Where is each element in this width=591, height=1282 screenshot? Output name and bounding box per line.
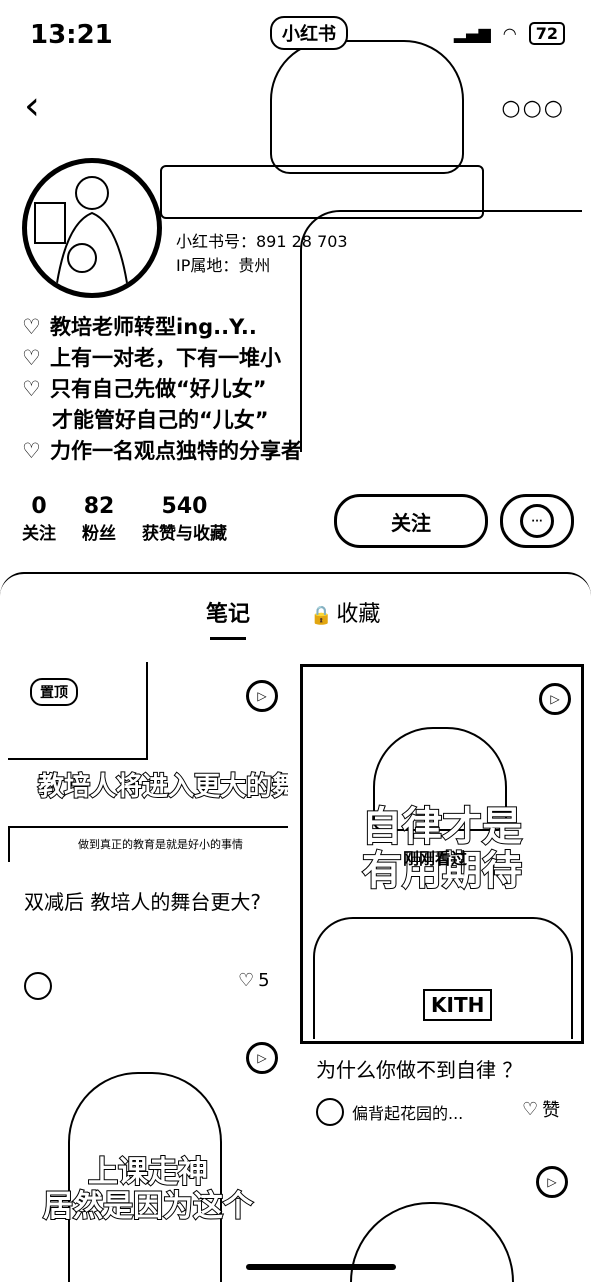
more-dots-icon[interactable]: ○○○ bbox=[501, 96, 565, 121]
note-author[interactable]: 偏背起花园的... bbox=[316, 1098, 463, 1126]
note-card[interactable]: 置顶 ▷ 教培人将进入更大的舞台 做到真正的教育是就是好小的事情 双减后 教培人… bbox=[8, 662, 292, 1012]
avatar[interactable] bbox=[22, 158, 162, 298]
heart-icon: ♡ bbox=[22, 439, 41, 463]
status-bar: 13:21 小红书 ▂▄▆ ◠ 72 bbox=[0, 0, 591, 70]
note-card[interactable]: ▷ 上课走神 居然是因为这个 bbox=[8, 1032, 292, 1282]
play-icon: ▷ bbox=[246, 1042, 278, 1074]
bio: ♡ 教培老师转型ing..Y.. ♡ 上有一对老，下有一堆小 ♡ 只有自己先做“好儿女… bbox=[22, 312, 362, 467]
heart-icon: ♡ bbox=[22, 377, 41, 401]
heart-icon: ♡ bbox=[238, 970, 255, 991]
signal-icon: ▂▄▆ bbox=[453, 24, 491, 43]
play-icon: ▷ bbox=[246, 680, 278, 712]
stat-following[interactable]: 0 关注 bbox=[22, 494, 56, 544]
follow-button[interactable]: 关注 bbox=[334, 494, 488, 548]
profile-tabs: 笔记 🔒 收藏 bbox=[0, 596, 591, 646]
content-sheet: 笔记 🔒收藏 置顶 ▷ 教培人将进入更大的舞台 做到真正的教育是就是好小的事情 … bbox=[0, 572, 591, 1282]
like-button[interactable]: ♡ 5 bbox=[238, 970, 270, 991]
note-author[interactable] bbox=[24, 972, 60, 1000]
note-title: 双减后 教培人的舞台更大? bbox=[24, 890, 261, 914]
note-card[interactable]: ▷ bbox=[300, 1152, 584, 1282]
cover-watermark: 刚刚看过 bbox=[403, 849, 468, 868]
profile-stats: 0 关注 82 粉丝 540 获赞与收藏 bbox=[22, 494, 227, 544]
avatar-sketch bbox=[34, 176, 128, 284]
shirt-logo: KITH bbox=[423, 989, 493, 1021]
bio-line: ♡ 教培老师转型ing..Y.. bbox=[22, 312, 362, 343]
cover-title: 上课走神 居然是因为这个 bbox=[42, 1155, 254, 1225]
tab-notes[interactable]: 笔记 bbox=[206, 596, 250, 640]
chat-icon: ··· bbox=[520, 504, 554, 538]
like-button[interactable]: ♡ 赞 bbox=[522, 1096, 560, 1122]
cover-sketch bbox=[8, 662, 148, 760]
cover-title: 教培人将进入更大的舞台 bbox=[37, 771, 288, 803]
status-icons: ▂▄▆ ◠ 72 bbox=[454, 22, 565, 45]
wifi-icon: ◠ bbox=[502, 24, 517, 43]
chat-button[interactable]: ··· bbox=[500, 494, 574, 548]
play-icon: ▷ bbox=[536, 1166, 568, 1198]
tab-favorites[interactable]: 🔒 收藏 bbox=[310, 596, 380, 628]
app-pill: 小红书 bbox=[270, 16, 348, 50]
status-time: 13:21 bbox=[30, 20, 113, 50]
stat-followers[interactable]: 82 粉丝 bbox=[82, 494, 116, 544]
heart-icon: ♡ bbox=[522, 1098, 539, 1120]
bio-line: ♡ 力作一名观点独特的分享者 bbox=[22, 436, 362, 467]
bio-line: ♡ 上有一对老，下有一堆小 bbox=[22, 343, 362, 374]
bio-line: 才能管好自己的“儿女” bbox=[52, 408, 269, 432]
lock-icon: 🔒 bbox=[310, 605, 333, 626]
battery-icon: 72 bbox=[528, 22, 565, 45]
author-avatar bbox=[24, 972, 52, 1000]
cover-subtitle: 做到真正的教育是就是好小的事情 bbox=[78, 838, 243, 851]
back-icon[interactable]: ‹ bbox=[24, 86, 40, 126]
note-cover: 置顶 ▷ 教培人将进入更大的舞台 做到真正的教育是就是好小的事情 bbox=[8, 662, 288, 862]
note-card[interactable]: ▷ 自律才是 有用期待 刚刚看过 KITH 为什么你做不到自律 ？ 偏背起花园的… bbox=[300, 664, 584, 1134]
note-cover: ▷ 自律才是 有用期待 刚刚看过 KITH bbox=[300, 664, 584, 1044]
author-avatar bbox=[316, 1098, 344, 1126]
heart-icon: ♡ bbox=[22, 346, 41, 370]
home-indicator[interactable] bbox=[246, 1264, 396, 1270]
ip-location: IP属地：贵州 bbox=[176, 256, 271, 275]
play-icon: ▷ bbox=[539, 683, 571, 715]
heart-icon: ♡ bbox=[22, 315, 41, 339]
note-title: 为什么你做不到自律 ？ bbox=[316, 1058, 523, 1082]
cover-sketch bbox=[350, 1202, 514, 1282]
note-cover: ▷ 上课走神 居然是因为这个 bbox=[8, 1032, 288, 1282]
stat-likes-saves[interactable]: 540 获赞与收藏 bbox=[142, 494, 227, 544]
pinned-badge: 置顶 bbox=[30, 678, 78, 706]
bio-line: ♡ 只有自己先做“好儿女” bbox=[22, 374, 362, 405]
user-id: 小红书号：891 28 703 bbox=[176, 232, 348, 251]
note-cover: ▷ bbox=[300, 1152, 578, 1282]
